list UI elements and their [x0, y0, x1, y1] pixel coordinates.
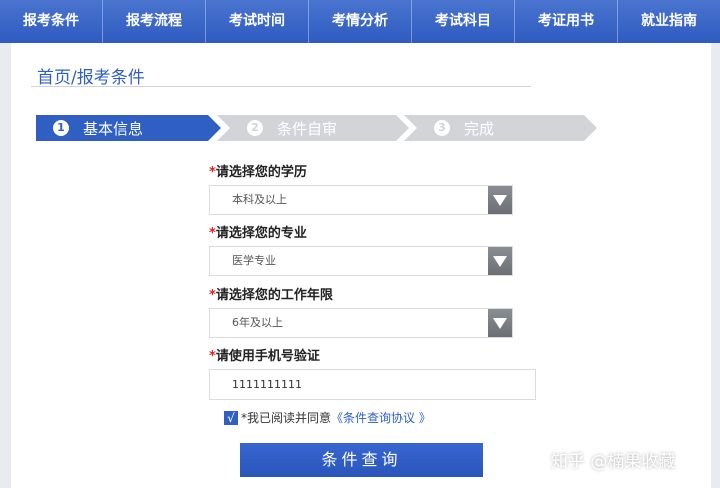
nav-item-exam-time[interactable]: 考试时间 — [206, 0, 309, 43]
education-label: *请选择您的学历 — [209, 165, 307, 180]
required-mark: * — [209, 288, 216, 303]
nav-item-subjects[interactable]: 考试科目 — [412, 0, 515, 43]
nav-item-books[interactable]: 考证用书 — [515, 0, 618, 43]
major-select[interactable]: 医学专业 — [209, 246, 513, 276]
required-mark: * — [209, 349, 216, 364]
step-progress: 1 基本信息 2 条件自审 3 完成 — [36, 115, 597, 141]
query-button[interactable]: 条件查询 — [240, 443, 483, 477]
phone-label: *请使用手机号验证 — [209, 349, 320, 364]
step-label: 条件自审 — [277, 119, 338, 138]
step-number: 1 — [53, 120, 69, 136]
major-value: 医学专业 — [232, 254, 276, 267]
step-basic-info: 1 基本信息 — [36, 115, 221, 141]
breadcrumb[interactable]: 首页/报考条件 — [37, 63, 145, 88]
education-value: 本科及以上 — [232, 193, 287, 206]
years-value: 6年及以上 — [232, 316, 283, 329]
required-mark: * — [209, 226, 216, 241]
phone-input[interactable]: 1111111111 — [209, 369, 536, 400]
nav-item-conditions[interactable]: 报考条件 — [0, 0, 103, 43]
content-card: 首页/报考条件 1 基本信息 2 条件自审 3 完成 *请选择您的学历 本科及以… — [11, 43, 711, 488]
nav-item-career[interactable]: 就业指南 — [618, 0, 720, 43]
step-label: 完成 — [464, 119, 495, 138]
step-complete: 3 完成 — [404, 115, 597, 141]
education-select[interactable]: 本科及以上 — [209, 185, 513, 215]
divider — [31, 86, 531, 87]
agree-checkbox[interactable]: √ — [224, 410, 238, 425]
top-navigation: 报考条件 报考流程 考试时间 考情分析 考试科目 考证用书 就业指南 — [0, 0, 720, 43]
agree-text: *我已阅读并同意 — [241, 411, 332, 425]
years-label: *请选择您的工作年限 — [209, 288, 333, 303]
nav-item-analysis[interactable]: 考情分析 — [309, 0, 412, 43]
required-mark: * — [209, 165, 216, 180]
dropdown-arrow-icon — [488, 309, 512, 337]
step-number: 2 — [247, 120, 263, 136]
agreement-row: √ *我已阅读并同意 《条件查询协议 》 — [224, 409, 431, 426]
dropdown-arrow-icon — [488, 186, 512, 214]
major-label: *请选择您的专业 — [209, 226, 307, 241]
years-select[interactable]: 6年及以上 — [209, 308, 513, 338]
step-self-review: 2 条件自审 — [217, 115, 409, 141]
dropdown-arrow-icon — [488, 247, 512, 275]
watermark-text: 知乎 @楠果收藏 — [551, 452, 676, 472]
nav-item-process[interactable]: 报考流程 — [103, 0, 206, 43]
agreement-link[interactable]: 《条件查询协议 》 — [331, 409, 431, 426]
step-number: 3 — [434, 120, 450, 136]
step-label: 基本信息 — [83, 119, 144, 138]
